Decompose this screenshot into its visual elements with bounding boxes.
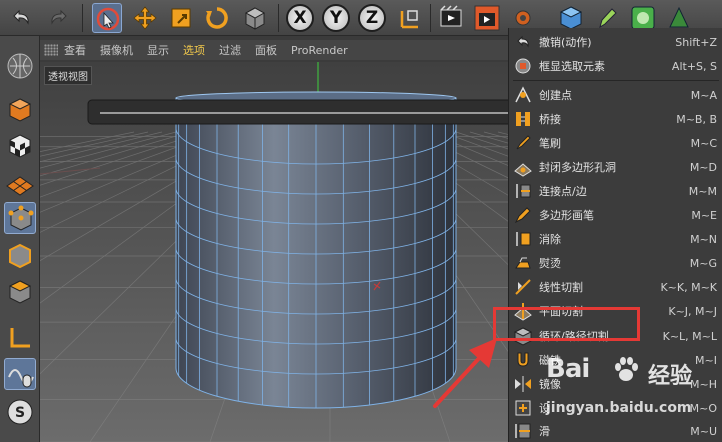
undo-action-icon — [513, 32, 533, 52]
menu-panel[interactable]: 面板 — [255, 42, 277, 58]
make-editable-icon[interactable] — [4, 50, 36, 82]
watermark-brand: Bai — [546, 354, 590, 384]
plane-cut-icon — [513, 301, 533, 321]
bridge-icon — [513, 109, 533, 129]
y-axis-icon[interactable]: Y — [322, 4, 350, 32]
menu-item-close-polygon-hole[interactable]: 封闭多边形孔洞 M~D — [509, 155, 722, 179]
left-tool-palette: S — [0, 36, 40, 442]
menu-cameras[interactable]: 摄像机 — [100, 42, 133, 58]
menu-item-frame-selected[interactable]: 框显选取元素 Alt+S, S — [509, 54, 722, 78]
frame-selected-icon — [513, 56, 533, 76]
brush-icon — [513, 133, 533, 153]
redo-icon[interactable] — [44, 3, 74, 33]
workplane-icon[interactable] — [4, 166, 36, 198]
connect-points-edges-icon — [513, 181, 533, 201]
rotate-icon[interactable] — [202, 3, 232, 33]
texture-mode-icon[interactable] — [4, 130, 36, 162]
polygons-mode-icon[interactable] — [4, 276, 36, 308]
menu-filter[interactable]: 过滤 — [219, 42, 241, 58]
baidu-jingyan-watermark: Bai 经验 jingyan.baidu.com — [510, 350, 722, 442]
watermark-brand-cn: 经验 — [648, 364, 693, 389]
menu-item-bridge[interactable]: 桥接 M~B, B — [509, 107, 722, 131]
create-point-icon — [513, 85, 533, 105]
menu-item-line-cut[interactable]: 线性切割 K~K, M~K — [509, 275, 722, 299]
menu-options[interactable]: 选项 — [183, 42, 205, 58]
menu-item-dissolve[interactable]: 消除 M~N — [509, 227, 722, 251]
polygon-pen-icon — [513, 205, 533, 225]
line-cut-icon — [513, 277, 533, 297]
undo-icon[interactable] — [6, 3, 36, 33]
coordinate-system-icon[interactable] — [394, 3, 424, 33]
iron-icon — [513, 253, 533, 273]
menu-item-iron[interactable]: 熨烫 M~G — [509, 251, 722, 275]
close-polygon-hole-icon — [513, 157, 533, 177]
render-view-icon[interactable] — [436, 3, 466, 33]
points-mode-icon[interactable] — [4, 202, 36, 234]
enable-axis-icon[interactable] — [4, 322, 36, 354]
move-icon[interactable] — [130, 3, 160, 33]
tweak-mode-icon[interactable] — [4, 358, 36, 390]
menu-display[interactable]: 显示 — [147, 42, 169, 58]
menu-item-connect-points-edges[interactable]: 连接点/边 M~M — [509, 179, 722, 203]
menu-prorender[interactable]: ProRender — [291, 44, 348, 57]
snap-icon[interactable]: S — [4, 396, 36, 428]
dissolve-icon — [513, 229, 533, 249]
render-picture-queue-icon[interactable] — [472, 3, 502, 33]
menu-view[interactable]: 查看 — [64, 42, 86, 58]
menu-item-brush[interactable]: 笔刷 M~C — [509, 131, 722, 155]
loop-path-cut-icon — [513, 326, 533, 346]
menu-separator — [513, 80, 719, 81]
live-selection-icon[interactable] — [92, 3, 122, 33]
edges-mode-icon[interactable] — [4, 240, 36, 272]
model-mode-icon[interactable] — [4, 94, 36, 126]
x-axis-icon[interactable]: X — [286, 4, 314, 32]
menu-item-loop-path-cut[interactable]: 循环/路径切割 K~L, M~L — [509, 324, 722, 348]
watermark-url: jingyan.baidu.com — [546, 400, 692, 416]
z-axis-icon[interactable]: Z — [358, 4, 386, 32]
menu-item-polygon-pen[interactable]: 多边形画笔 M~E — [509, 203, 722, 227]
viewport-label: 透视视图 — [44, 66, 92, 85]
red-arrow-icon — [433, 338, 497, 408]
menu-item-create-point[interactable]: 创建点 M~A — [509, 83, 722, 107]
viewport-menu-bar: 查看 摄像机 显示 选项 过滤 面板 ProRender — [40, 40, 514, 60]
scale-icon[interactable] — [166, 3, 196, 33]
baidu-paw-icon — [615, 357, 638, 381]
grip-handle-icon[interactable] — [44, 44, 58, 56]
menu-item-undo-action[interactable]: 撤销(动作) Shift+Z — [509, 30, 722, 54]
svg-text:S: S — [15, 405, 25, 421]
object-mode-icon[interactable] — [240, 3, 270, 33]
menu-item-plane-cut[interactable]: 平面切割 K~J, M~J — [509, 299, 722, 323]
